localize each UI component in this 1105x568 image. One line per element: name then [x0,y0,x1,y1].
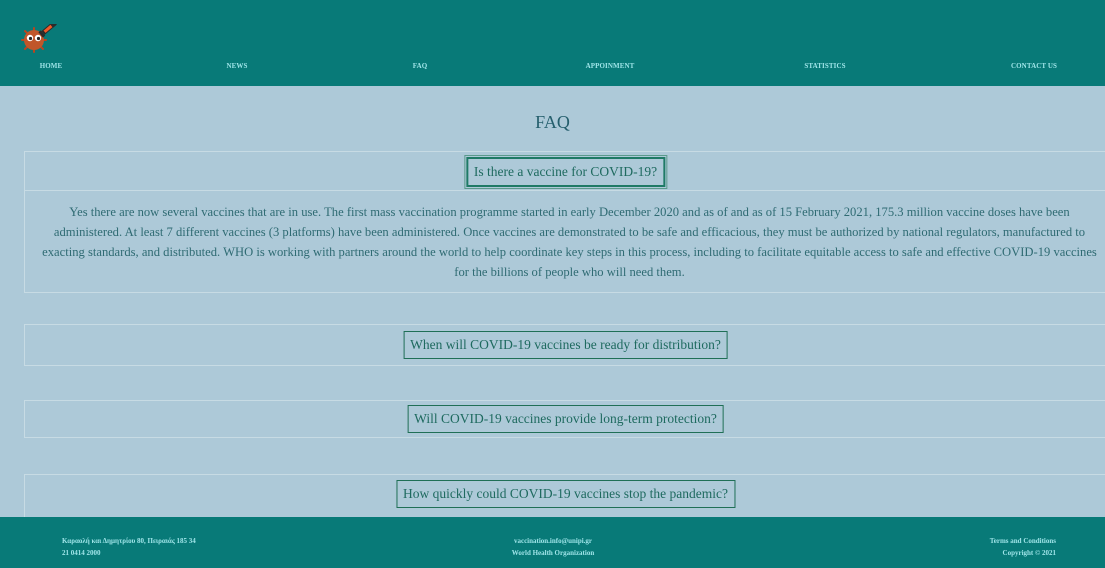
faq-question-button[interactable]: When will COVID-19 vaccines be ready for… [403,331,728,359]
nav-news[interactable]: NEWS [226,62,247,70]
page-title: FAQ [535,112,570,132]
faq-question-button[interactable]: Is there a vaccine for COVID-19? [465,157,666,187]
footer-organization: World Health Organization [511,549,595,557]
page-footer: Καραολή και Δημητρίου 80, Πειραιάς 185 3… [0,517,1105,568]
footer-terms-link[interactable]: Terms and Conditions [990,535,1056,547]
faq-answer: Yes there are now several vaccines that … [42,205,1097,279]
faq-item-1: Is there a vaccine for COVID-19? Yes the… [24,151,1105,293]
faq-item-2: When will COVID-19 vaccines be ready for… [24,324,1105,366]
nav-contact-us[interactable]: CONTACT US [1011,62,1057,70]
footer-email-link[interactable]: vaccination.info@unipi.gr [514,535,592,547]
faq-question-button[interactable]: How quickly could COVID-19 vaccines stop… [395,480,736,508]
faq-question-button[interactable]: Will COVID-19 vaccines provide long-term… [407,405,724,433]
nav-statistics[interactable]: STATISTICS [804,62,845,70]
nav-home[interactable]: HOME [40,62,63,70]
nav-faq[interactable]: FAQ [413,62,428,70]
faq-item-3: Will COVID-19 vaccines provide long-term… [24,400,1105,438]
nav-appointment[interactable]: APPOINMENT [586,62,635,70]
virus-syringe-logo-icon[interactable] [21,24,65,56]
footer-phone: 21 0414 2000 [62,549,101,557]
faq-item-4: How quickly could COVID-19 vaccines stop… [24,474,1105,517]
footer-address: Καραολή και Δημητρίου 80, Πειραιάς 185 3… [62,537,196,545]
faq-divider [25,190,1105,191]
footer-copyright: Copyright © 2021 [1002,549,1056,557]
top-navbar: HOME NEWS FAQ APPOINMENT STATISTICS CONT… [0,0,1105,86]
